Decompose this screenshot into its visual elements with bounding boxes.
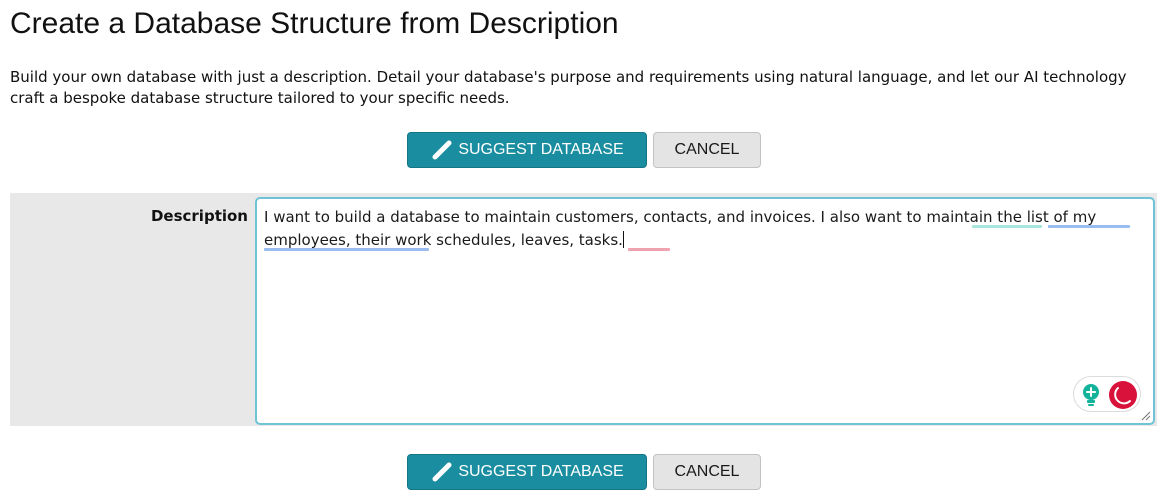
grammar-underline[interactable] [264, 248, 429, 251]
pencil-icon [432, 140, 452, 160]
top-action-bar: SUGGEST DATABASE CANCEL [0, 132, 1161, 170]
grammar-underline[interactable] [972, 225, 1042, 228]
text-cursor [622, 231, 624, 248]
cancel-button[interactable]: CANCEL [653, 132, 761, 168]
bottom-action-bar: SUGGEST DATABASE CANCEL [0, 454, 1161, 492]
suggest-database-label: SUGGEST DATABASE [458, 463, 624, 480]
pencil-icon [432, 462, 452, 482]
cancel-button[interactable]: CANCEL [653, 454, 761, 490]
suggest-database-button[interactable]: SUGGEST DATABASE [407, 132, 647, 168]
description-label: Description [150, 207, 248, 225]
cancel-label: CANCEL [674, 463, 740, 480]
description-value: I want to build a database to maintain c… [264, 208, 1097, 249]
writing-assistant-widget[interactable] [1073, 376, 1141, 412]
resize-handle-icon[interactable] [1141, 411, 1151, 421]
page-title: Create a Database Structure from Descrip… [10, 7, 619, 40]
cancel-label: CANCEL [674, 141, 740, 158]
lightbulb-icon[interactable] [1080, 383, 1102, 407]
suggest-database-label: SUGGEST DATABASE [458, 141, 624, 158]
grammar-underline[interactable] [1048, 225, 1130, 228]
writing-assistant-icon[interactable] [1108, 380, 1138, 410]
page-description: Build your own database with just a desc… [10, 68, 1127, 107]
suggest-database-button[interactable]: SUGGEST DATABASE [407, 454, 647, 490]
description-text: I want to build a database to maintain c… [264, 206, 1136, 252]
description-textarea[interactable]: I want to build a database to maintain c… [255, 197, 1155, 425]
description-form-row: Description I want to build a database t… [10, 193, 1157, 426]
spelling-underline[interactable] [628, 248, 670, 251]
